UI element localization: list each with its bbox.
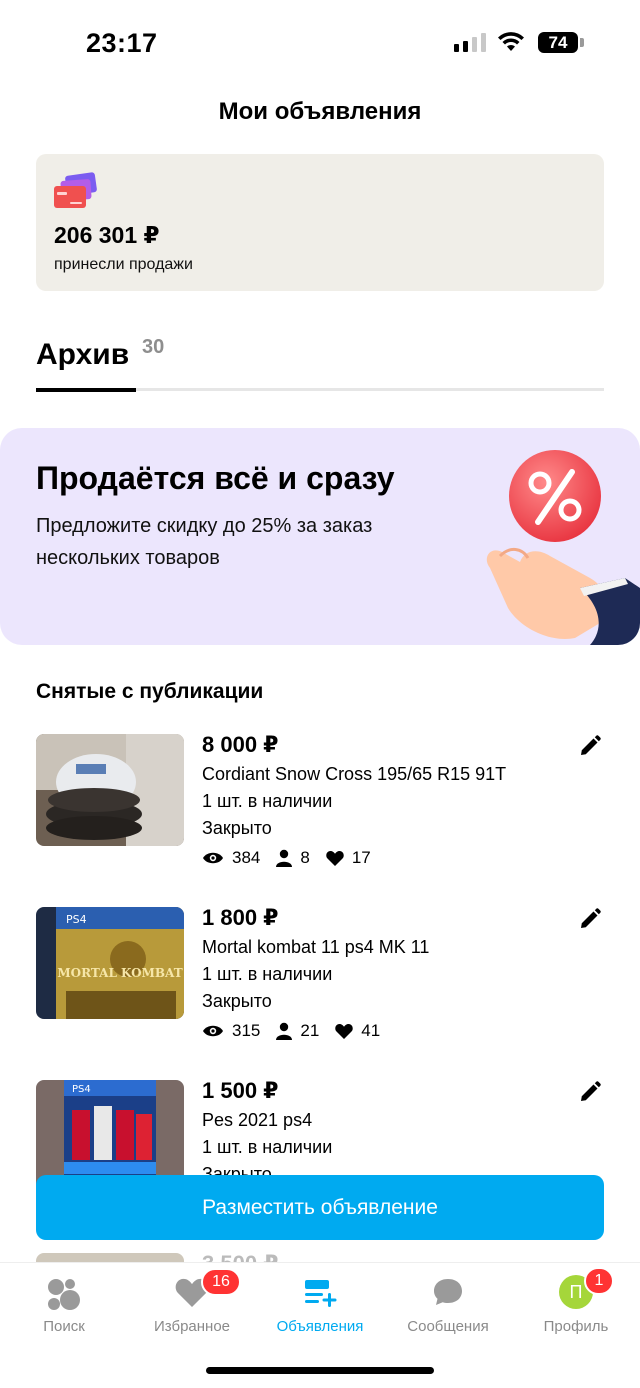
wifi-icon xyxy=(498,32,524,51)
sales-amount: 206 301 ₽ xyxy=(54,222,160,248)
listing-item[interactable]: PS4 MORTAL KOMBAT 1 800 ₽ Mortal kombat … xyxy=(0,905,640,1067)
discount-hand-icon xyxy=(486,450,640,645)
listing-status: Закрыто xyxy=(202,818,272,838)
edit-icon[interactable] xyxy=(578,734,602,758)
listing-photo xyxy=(36,734,184,846)
eye-icon xyxy=(203,1025,223,1037)
edit-icon[interactable] xyxy=(578,1080,602,1104)
listing-stock: 1 шт. в наличии xyxy=(202,791,333,811)
status-bar: 23:17 74 xyxy=(0,0,640,88)
game-title-text: MORTAL KOMBAT xyxy=(57,966,182,980)
edit-icon[interactable] xyxy=(578,907,602,931)
signal-icon xyxy=(454,32,486,52)
tab-archive-count: 30 xyxy=(142,336,165,358)
favorites-badge: 16 xyxy=(201,1268,241,1296)
person-icon xyxy=(276,1022,293,1040)
listing-title: Cordiant Snow Cross 195/65 R15 91T xyxy=(202,764,507,784)
tab-profile[interactable]: П 1 Профиль xyxy=(526,1263,626,1343)
wallet-cards-icon xyxy=(54,172,97,208)
tab-search[interactable]: Поиск xyxy=(14,1263,114,1343)
favorites-count: 17 xyxy=(351,848,371,867)
promo-text: Предложите скидку до 25% за заказ нескол… xyxy=(36,515,373,569)
promo-banner[interactable]: Продаётся всё и сразу Предложите скидку … xyxy=(0,428,640,645)
section-title: Снятые с публикации xyxy=(36,680,264,703)
sales-summary-card[interactable]: 206 301 ₽ принесли продажи xyxy=(36,154,604,291)
heart-icon xyxy=(335,1024,354,1039)
tab-messages-label: Сообщения xyxy=(407,1318,489,1335)
listing-title: Mortal kombat 11 ps4 MK 11 xyxy=(202,937,430,957)
battery-tip xyxy=(580,38,584,47)
battery-icon: 74 xyxy=(538,32,578,53)
status-time: 23:17 xyxy=(86,28,158,58)
home-indicator xyxy=(206,1367,434,1374)
listing-status: Закрыто xyxy=(202,991,272,1011)
page-title: Мои объявления xyxy=(218,98,422,125)
tab-ads-label: Объявления xyxy=(276,1318,364,1335)
profile-badge: 1 xyxy=(584,1267,614,1295)
tab-ads[interactable]: Объявления xyxy=(268,1263,372,1343)
listing-price: 1 500 ₽ xyxy=(202,1078,279,1103)
post-ad-button[interactable]: Разместить объявление xyxy=(36,1175,604,1240)
listing-stock: 1 шт. в наличии xyxy=(202,964,333,984)
views-count: 384 xyxy=(232,848,261,867)
tab-search-label: Поиск xyxy=(43,1318,85,1335)
sales-caption: принесли продажи xyxy=(54,256,193,273)
listing-stock: 1 шт. в наличии xyxy=(202,1137,333,1157)
tab-profile-label: Профиль xyxy=(543,1318,609,1335)
ps4-badge-text: PS4 xyxy=(72,1084,91,1095)
eye-icon xyxy=(203,852,223,864)
ps4-badge-text: PS4 xyxy=(66,913,87,926)
tab-favorites-label: Избранное xyxy=(153,1318,231,1335)
contacts-count: 21 xyxy=(300,1021,320,1040)
tab-favorites[interactable]: 16 Избранное xyxy=(137,1263,247,1343)
tab-archive[interactable]: Архив 30 xyxy=(36,336,164,372)
listing-stats: 315 21 41 xyxy=(202,1021,396,1041)
listing-price: 1 800 ₽ xyxy=(202,905,279,930)
search-dots-icon xyxy=(48,1279,80,1310)
favorites-count: 41 xyxy=(361,1021,381,1040)
chat-bubble-icon xyxy=(434,1279,462,1305)
person-icon xyxy=(276,849,293,867)
tab-archive-label: Архив xyxy=(36,338,130,371)
listing-price: 8 000 ₽ xyxy=(202,732,279,757)
views-count: 315 xyxy=(232,1021,261,1040)
contacts-count: 8 xyxy=(300,848,310,867)
listing-stats: 384 8 17 xyxy=(202,848,387,868)
heart-icon xyxy=(326,851,344,866)
listing-photo: PS4 MORTAL KOMBAT xyxy=(36,907,184,1019)
listing-title: Pes 2021 ps4 xyxy=(202,1110,313,1130)
tab-messages[interactable]: Сообщения xyxy=(396,1263,500,1343)
ads-list-icon xyxy=(305,1280,337,1307)
listing-item[interactable]: 8 000 ₽ Cordiant Snow Cross 195/65 R15 9… xyxy=(0,732,640,894)
promo-title: Продаётся всё и сразу xyxy=(36,460,395,496)
tab-indicator xyxy=(36,388,136,392)
